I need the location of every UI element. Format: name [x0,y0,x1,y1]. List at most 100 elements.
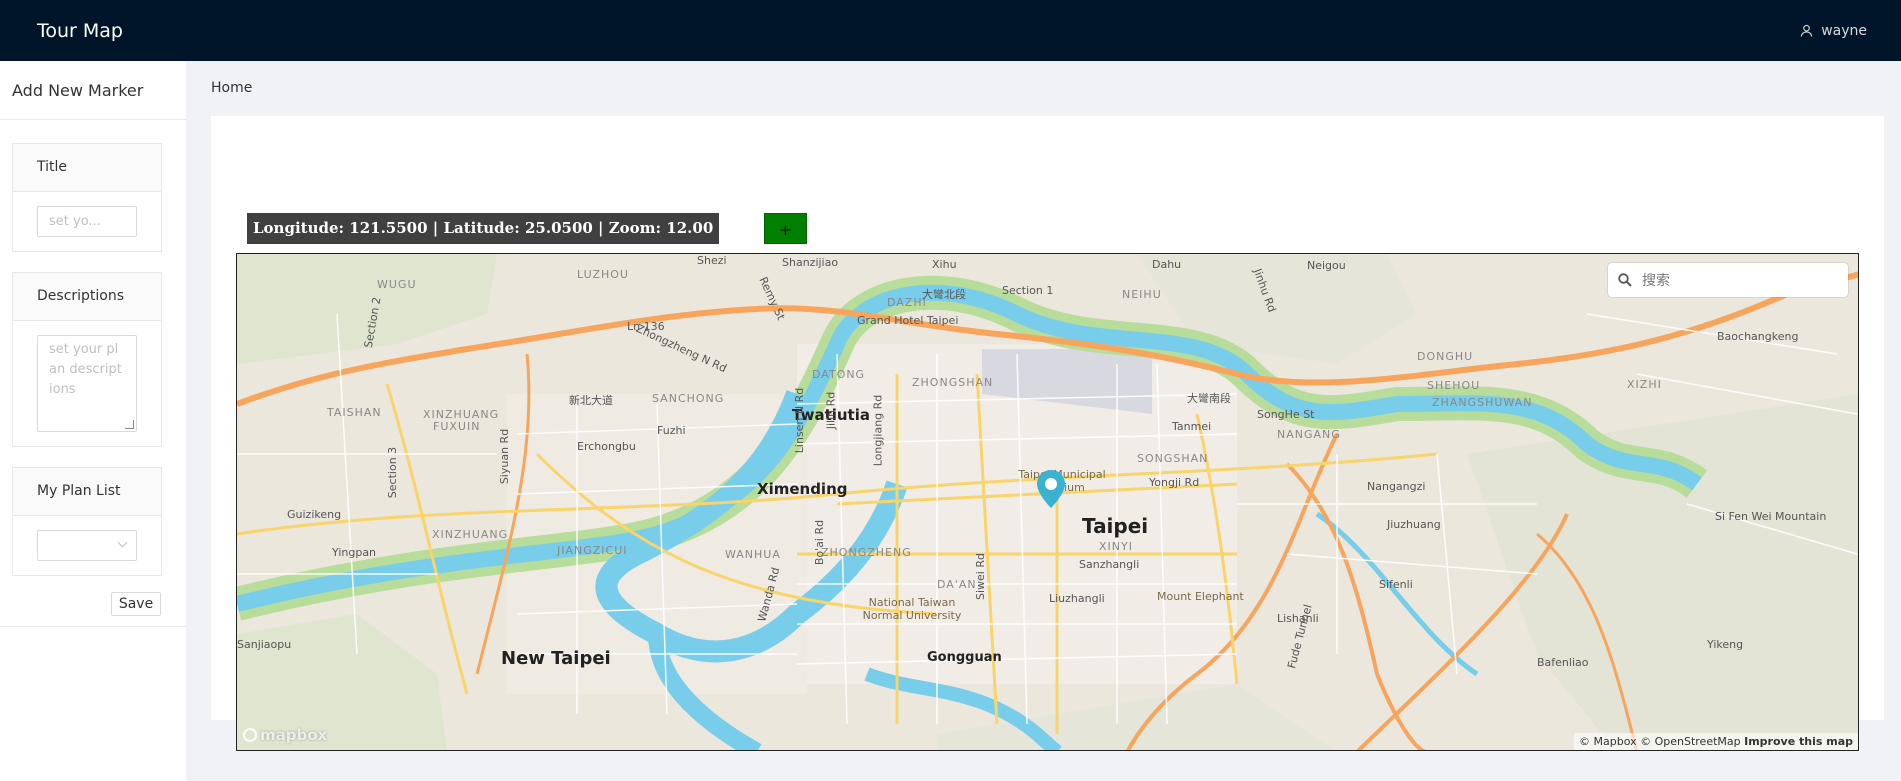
map-label-daan: DA'AN [937,578,977,591]
map-label-donghu: DONGHU [1417,350,1474,363]
breadcrumb[interactable]: Home [211,80,252,96]
map-label-dazhi-cn: 大彎北段 [922,288,966,301]
descriptions-textarea[interactable]: set your plan descriptions [37,335,137,432]
map-label-guizikeng: Guizikeng [287,508,342,521]
plan-list-card: My Plan List [12,467,162,576]
map-coordinates-readout: Longitude: 121.5500 | Latitude: 25.0500 … [247,213,720,244]
map-label-zhangshuwan: ZHANGSHUWAN [1432,396,1533,409]
map-label-xinbei-rd: 新北大道 [569,394,613,407]
mapbox-logo[interactable]: mapbox [243,726,327,744]
search-icon [1618,273,1632,287]
map-label-yongji-rd: Yongji Rd [1149,476,1200,489]
map-label-siwei-rd: Siwei Rd [973,553,987,600]
map-label-boai-rd: Bo'ai Rd [813,519,827,566]
attribution-mapbox-link[interactable]: © Mapbox [1579,735,1637,748]
map-label-tanmei: Tanmei [1172,420,1212,433]
map-label-datong: DATONG [812,368,866,381]
map-label-sanzhangli: Sanzhangli [1079,558,1140,571]
chevron-down-icon [117,537,128,548]
map-label-shehou: SHEHOU [1427,379,1481,392]
map-label-wanhua: WANHUA [725,548,781,561]
user-menu[interactable]: wayne [1800,23,1867,39]
map-label-new-taipei: New Taipei [501,648,611,669]
map-label-xizhi: XIZHI [1627,378,1662,391]
map-label-fuxuin: FUXUIN [433,420,481,433]
app-title[interactable]: Tour Map [37,20,123,42]
save-button[interactable]: Save [111,592,161,616]
add-marker-button[interactable]: + [764,213,807,244]
map-label-sanjiaopu: Sanjiaopu [237,638,292,651]
map-label-bafenliao: Bafenliao [1537,656,1589,669]
map-label-dahu: Dahu [1152,258,1182,271]
resize-handle-icon[interactable] [125,420,134,429]
map-panel: Longitude: 121.5500 | Latitude: 25.0500 … [211,116,1884,751]
map-label-shezi: Shezi [697,254,727,267]
map-label-yingpan: Yingpan [332,546,377,559]
map-label-jiuzhuang: Jiuzhuang [1387,518,1441,531]
plan-list-card-label: My Plan List [13,468,161,516]
title-input[interactable]: set yo... [37,206,137,237]
map-label-neihu: NEIHU [1122,288,1162,301]
descriptions-placeholder: set your plan descriptions [49,342,122,397]
mapbox-logo-text: mapbox [260,726,328,744]
app-header: Tour Map wayne [0,0,1901,61]
sidebar: Add New Marker Title set yo... Descripti… [0,61,186,781]
map-label-fuzhi: Fuzhi [657,424,686,437]
map-label-taishan: TAISHAN [327,406,382,419]
plan-list-select[interactable] [37,530,137,561]
map-label-dazhi: DAZHI [887,296,927,309]
map-label-taipei: Taipei [1082,514,1149,538]
map-label-ntnu: National Taiwan Normal University [862,596,962,622]
map-label-section3: Section 3 [386,446,400,499]
map-label-shanzijiao: Shanzijiao [782,256,839,269]
map-canvas[interactable]: Shezi Shanzijiao Xihu Dahu Neigou WUGU L… [236,253,1859,751]
map-label-sanchong: SANCHONG [652,392,725,405]
username: wayne [1821,22,1867,39]
descriptions-card-label: Descriptions [13,273,161,321]
map-label-zhongshan: ZHONGSHAN [912,376,994,389]
title-card-label: Title [13,144,161,192]
map-label-linsen-rd: Linsen N Rd [793,387,807,454]
user-icon [1801,24,1813,37]
map-label-jilin-rd: Jilin Rd [824,391,838,430]
map-label-wugu: WUGU [377,278,417,291]
map-label-erchongbu: Erchongbu [577,440,636,453]
map-label-songhe-st: SongHe St [1257,408,1315,421]
mapbox-logo-icon [243,728,257,742]
map-label-mount-elephant: Mount Elephant [1157,590,1244,603]
descriptions-card: Descriptions set your plan descriptions [12,272,162,447]
map-label-siyuan-rd: Siyuan Rd [498,428,512,485]
map-label-grand-hotel: Grand Hotel Taipei [857,314,959,327]
sidebar-divider [0,626,186,627]
map-attribution: © Mapbox © OpenStreetMap Improve this ma… [1574,733,1858,750]
map-label-xinzhuang2: XINZHUANG [432,528,509,541]
map-marker-pin-icon[interactable] [1037,470,1065,510]
attribution-osm-link[interactable]: © OpenStreetMap [1640,735,1741,748]
map-label-songshan: SONGSHAN [1137,452,1209,465]
map-search-box[interactable]: 搜索 [1608,263,1848,297]
map-label-jiangzicui: JIANGZICUI [557,544,628,557]
map-search-placeholder: 搜索 [1642,273,1670,289]
map-label-ximending: Ximending [757,480,848,498]
map-label-longjiang-rd: Longjiang Rd [871,394,885,467]
map-label-xihu: Xihu [932,258,957,271]
map-label-dazhi-s: 大彎南段 [1187,392,1231,405]
main-content: Home Longitude: 121.5500 | Latitude: 25.… [186,61,1901,781]
map-label-baochangkeng: Baochangkeng [1717,330,1799,343]
map-label-nangangzi: Nangangzi [1367,480,1426,493]
map-label-section1: Section 1 [1002,284,1054,297]
title-card: Title set yo... [12,143,162,252]
map-label-nangang: NANGANG [1277,428,1341,441]
map-label-liuzhangli: Liuzhangli [1049,592,1105,605]
map-label-ln136: Ln 136 [627,320,665,333]
map-label-zhongzheng: ZHONGZHENG [821,546,912,559]
sidebar-title: Add New Marker [0,61,186,120]
map-label-neigou: Neigou [1307,259,1346,272]
improve-map-link[interactable]: Improve this map [1744,735,1853,748]
map-label-sifenwei: Si Fen Wei Mountain [1715,510,1827,523]
map-label-yikeng: Yikeng [1707,638,1744,651]
map-label-luzhou: LUZHOU [577,268,629,281]
map-label-gongguan: Gongguan [927,650,1002,665]
map-label-sifenli: Sifenli [1379,578,1413,591]
map-label-xinyi: XINYI [1099,540,1133,553]
